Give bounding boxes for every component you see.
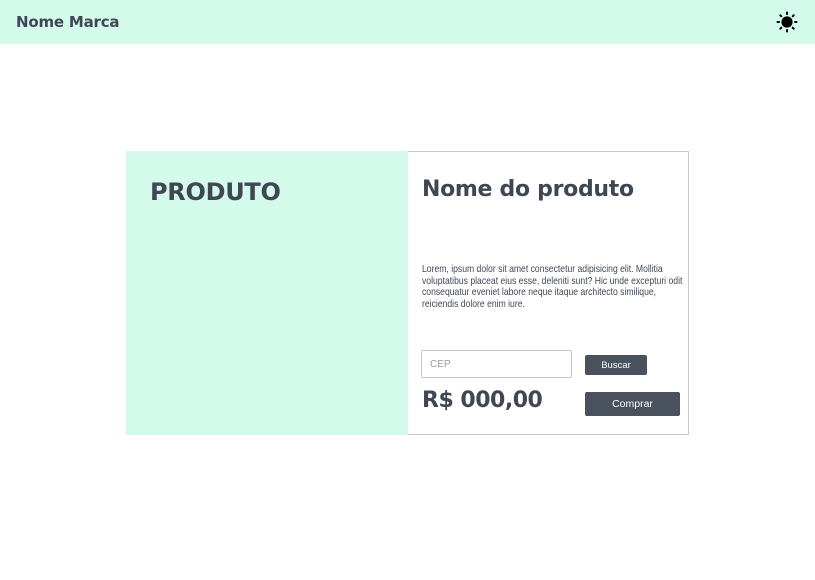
product-details: Nome do produto Lorem, ipsum dolor sit a… [408,151,689,435]
product-image-label: PRODUTO [150,178,281,206]
product-image-placeholder: PRODUTO [126,151,408,435]
brand-name[interactable]: Nome Marca [16,13,120,31]
search-cep-button[interactable]: Buscar [585,355,647,375]
top-navbar: Nome Marca [0,0,815,44]
product-name: Nome do produto [422,177,634,202]
product-description: Lorem, ipsum dolor sit amet consectetur … [422,263,683,310]
buy-button[interactable]: Comprar [585,392,680,416]
theme-toggle-button[interactable] [775,10,799,34]
cep-input[interactable] [421,350,572,378]
product-price: R$ 000,00 [422,388,543,413]
product-card: PRODUTO Nome do produto Lorem, ipsum dol… [126,151,689,435]
sun-icon [776,11,798,33]
